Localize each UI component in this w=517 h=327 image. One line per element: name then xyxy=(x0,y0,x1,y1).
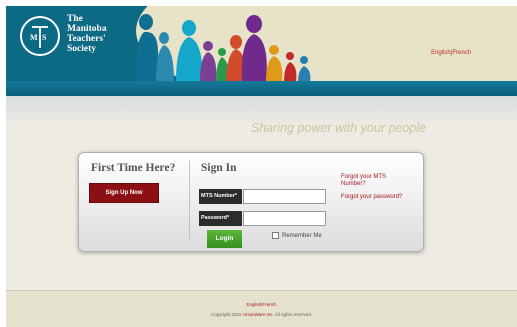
copyright: Copyright 2015 UnionWare Inc. All rights… xyxy=(211,312,312,317)
footer-french-link[interactable]: French xyxy=(262,302,276,307)
panel-divider xyxy=(189,161,190,241)
language-switch-footer: English|French xyxy=(6,302,517,307)
language-switch-top: English|French xyxy=(431,50,471,56)
tagline: Sharing power with your people xyxy=(250,121,426,135)
first-time-heading: First Time Here? xyxy=(91,162,176,174)
remember-me: Remember Me xyxy=(272,232,322,239)
forgot-password-link[interactable]: Forgot your password? xyxy=(341,194,402,201)
mts-monogram-icon: M S xyxy=(30,26,48,48)
remember-me-checkbox[interactable] xyxy=(272,232,279,239)
login-panel: First Time Here? Sign Up Now Sign In MTS… xyxy=(78,152,424,252)
header-blue-band xyxy=(6,81,517,96)
society-name: The Manitoba Teachers' Society xyxy=(67,14,107,54)
english-link[interactable]: English xyxy=(431,50,451,56)
svg-text:M: M xyxy=(30,33,38,42)
sign-up-button[interactable]: Sign Up Now xyxy=(89,183,159,203)
mts-number-input[interactable] xyxy=(243,189,326,204)
french-link[interactable]: French xyxy=(452,50,471,56)
password-input[interactable] xyxy=(243,211,326,226)
forgot-mts-number-link[interactable]: Forgot your MTS Number? xyxy=(341,174,386,188)
unionware-link[interactable]: UnionWare Inc. xyxy=(243,312,274,317)
sign-in-heading: Sign In xyxy=(201,162,237,174)
mts-logo-seal[interactable]: M S xyxy=(20,16,60,56)
password-label: Password* xyxy=(199,211,242,226)
svg-text:S: S xyxy=(42,33,47,42)
header: M S The Manitoba Teachers' Society Engli… xyxy=(6,6,517,116)
people-silhouettes-banner xyxy=(135,14,311,82)
mts-number-label: MTS Number* xyxy=(199,189,242,204)
footer: English|French Copyright 2015 UnionWare … xyxy=(6,291,517,327)
remember-me-label: Remember Me xyxy=(282,233,322,240)
footer-english-link[interactable]: English xyxy=(247,302,262,307)
login-button[interactable]: Login xyxy=(207,230,242,248)
page: M S The Manitoba Teachers' Society Engli… xyxy=(6,6,517,327)
